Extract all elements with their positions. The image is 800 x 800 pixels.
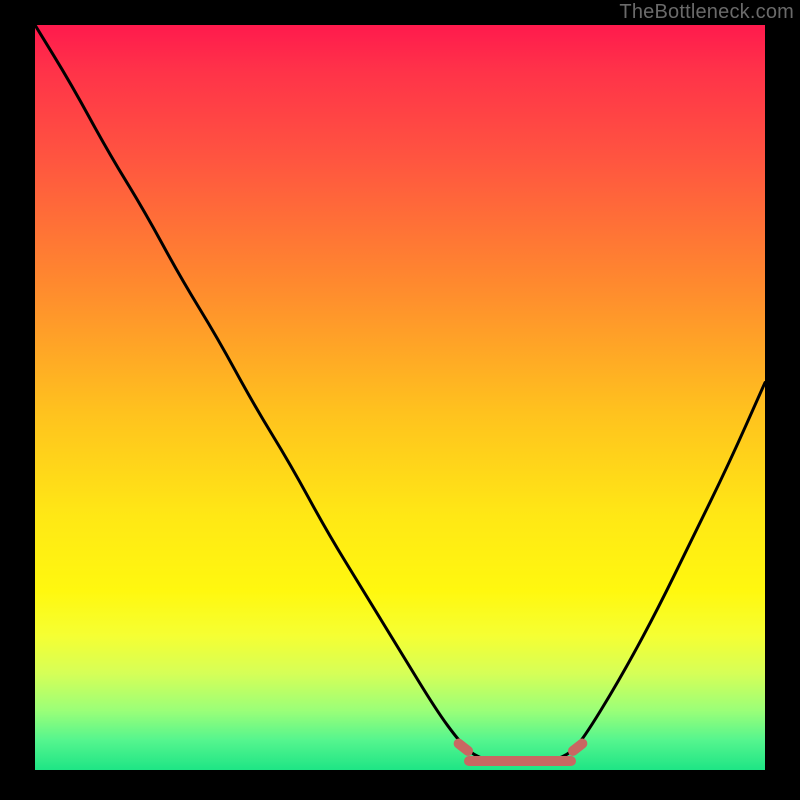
- chart-frame: TheBottleneck.com: [0, 0, 800, 800]
- attribution-text: TheBottleneck.com: [619, 1, 794, 24]
- plot-area: [35, 25, 765, 770]
- optimal-range-marker-flat: [464, 756, 576, 766]
- bottleneck-curve: [35, 25, 765, 770]
- curve-path: [35, 25, 765, 763]
